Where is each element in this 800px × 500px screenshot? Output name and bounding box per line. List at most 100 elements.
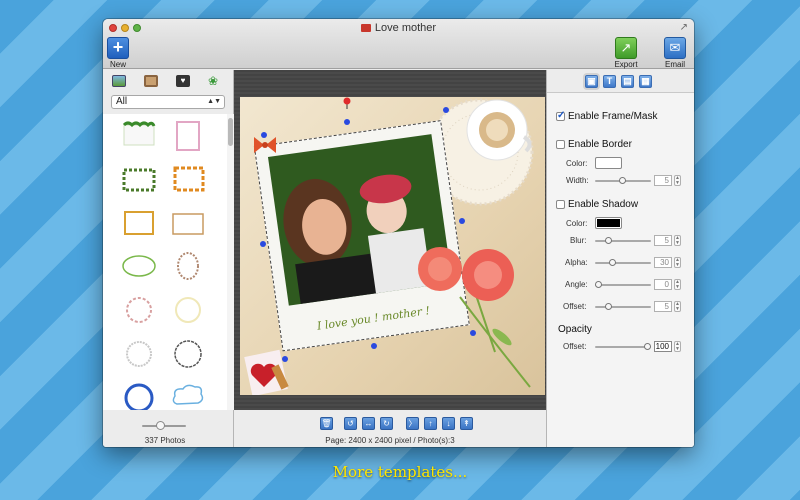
design-page[interactable]: I love you ! mother ! — [240, 97, 545, 395]
enable-border-checkbox[interactable] — [556, 140, 565, 149]
border-color-swatch[interactable] — [595, 157, 622, 169]
offset-label: Offset: — [563, 302, 587, 311]
template-thumb-cream-circle[interactable] — [175, 297, 201, 323]
template-filter-select[interactable]: All ▲▼ — [111, 95, 225, 109]
bring-forward-icon[interactable]: ↑ — [424, 417, 437, 430]
blur-label: Blur: — [570, 236, 587, 245]
export-icon: ↗ — [615, 37, 637, 59]
category-tabs: ♥ ❀ — [103, 75, 234, 91]
enable-shadow-checkbox[interactable] — [556, 200, 565, 209]
frame-settings: Enable Frame/Mask Enable Border Color: W… — [547, 92, 694, 447]
document-icon — [360, 24, 371, 32]
opacity-heading: Opacity — [558, 324, 592, 335]
template-thumb-blue-circle[interactable] — [124, 383, 154, 410]
shadow-color-swatch[interactable] — [595, 217, 622, 229]
opacity-stepper[interactable]: ▲ ▼ — [674, 341, 681, 352]
template-thumb-leafy-frame[interactable] — [122, 121, 156, 146]
envelope-icon: ✉ — [664, 37, 686, 59]
fit-icon[interactable]: ↔ — [362, 417, 375, 430]
offset-input[interactable]: 5 — [654, 301, 672, 312]
delete-icon[interactable]: 🗑 — [320, 417, 333, 430]
border-color-label: Color: — [566, 159, 588, 168]
offset-slider[interactable] — [595, 303, 651, 310]
alpha-label: Alpha: — [565, 258, 588, 267]
frame-tab-icon[interactable]: ▣ — [585, 75, 598, 88]
rotate-right-icon[interactable]: ↻ — [380, 417, 393, 430]
blur-slider[interactable] — [595, 237, 651, 244]
window-title: Love mother — [103, 22, 694, 34]
opacity-input[interactable]: 100 — [654, 341, 672, 352]
export-button-label: Export — [614, 60, 638, 69]
alpha-slider[interactable] — [595, 259, 651, 266]
opacity-offset-label: Offset: — [563, 342, 587, 351]
thumbnail-size-slider-knob[interactable] — [156, 421, 165, 430]
blur-input[interactable]: 5 — [654, 235, 672, 246]
export-button[interactable]: ↗ Export — [614, 37, 638, 69]
template-thumb-silver-circle[interactable] — [126, 341, 152, 367]
angle-slider[interactable] — [595, 281, 651, 288]
template-thumb-gold-frame[interactable] — [124, 211, 154, 235]
template-thumb-tan-frame[interactable] — [172, 213, 204, 235]
template-thumbnail-list — [103, 114, 227, 410]
enable-frame-checkbox[interactable] — [556, 110, 565, 121]
titlebar: Love mother ↗ + New ↗ Export ✉ Email — [103, 19, 694, 69]
angle-label: Angle: — [565, 280, 588, 289]
template-thumb-green-dotted-frame[interactable] — [122, 168, 156, 192]
enable-frame-label: Enable Frame/Mask — [568, 111, 658, 122]
angle-stepper[interactable]: ▲ ▼ — [674, 279, 681, 290]
polaroid-photo-frame[interactable]: I love you ! mother ! — [253, 120, 470, 352]
blur-stepper[interactable]: ▲ ▼ — [674, 235, 681, 246]
rotate-handle[interactable] — [343, 97, 351, 105]
new-button-label: New — [109, 60, 126, 69]
template-thumb-orange-floral-frame[interactable] — [173, 166, 205, 192]
new-button[interactable]: + New — [106, 37, 130, 69]
template-filter-value: All — [116, 96, 128, 107]
promo-caption: More templates... — [332, 463, 468, 481]
inspector-panel: ▣ T ▤ ▦ Enable Frame/Mask Enable Border … — [546, 70, 694, 447]
template-thumb-green-oval[interactable] — [122, 255, 156, 277]
chevron-updown-icon: ▲▼ — [207, 98, 221, 105]
shadow-color-fill — [597, 219, 620, 227]
photo-category-icon[interactable] — [112, 75, 126, 87]
email-button[interactable]: ✉ Email — [663, 37, 687, 69]
pattern-tab-icon[interactable]: ▤ — [621, 75, 634, 88]
text-tab-icon[interactable]: T — [603, 75, 616, 88]
enable-border-label: Enable Border — [568, 139, 632, 150]
angle-input[interactable]: 0 — [654, 279, 672, 290]
border-width-stepper[interactable]: ▲ ▼ — [674, 175, 681, 186]
clipart-category-icon[interactable]: ❀ — [208, 75, 222, 87]
border-width-input[interactable]: 5 — [654, 175, 672, 186]
alpha-stepper[interactable]: ▲ ▼ — [674, 257, 681, 268]
template-thumbnails — [122, 121, 205, 410]
send-backward-icon[interactable]: ↓ — [442, 417, 455, 430]
heart-card-decoration[interactable] — [244, 349, 289, 395]
page-info: Page: 2400 x 2400 pixel / Photo(s):3 — [325, 436, 455, 445]
offset-stepper[interactable]: ▲ ▼ — [674, 301, 681, 312]
enable-shadow-label: Enable Shadow — [568, 199, 639, 210]
frame-category-icon[interactable] — [144, 75, 158, 87]
canvas-background: I love you ! mother ! — [234, 70, 546, 410]
border-width-slider[interactable] — [595, 177, 651, 184]
email-button-label: Email — [664, 60, 685, 69]
fullscreen-icon[interactable]: ↗ — [680, 22, 688, 33]
inspector-tabs: ▣ T ▤ ▦ — [547, 75, 694, 91]
template-thumb-pink-frame[interactable] — [176, 121, 200, 151]
thumbnail-size-slider[interactable] — [142, 421, 186, 430]
template-list-scrollbar[interactable] — [227, 114, 234, 410]
template-thumb-cloud-frame[interactable] — [172, 384, 204, 405]
template-thumb-dark-circle[interactable] — [174, 340, 202, 368]
alpha-input[interactable]: 30 — [654, 257, 672, 268]
scrollbar-thumb[interactable] — [228, 118, 233, 146]
opacity-slider[interactable] — [595, 343, 651, 350]
align-left-icon[interactable]: 〉 — [406, 417, 419, 430]
collage-canvas: I love you ! mother ! — [244, 97, 534, 395]
heart-mask-category-icon[interactable]: ♥ — [176, 75, 190, 87]
window-title-text: Love mother — [374, 22, 437, 34]
rotate-left-icon[interactable]: ↺ — [344, 417, 357, 430]
bring-to-front-icon[interactable]: ↟ — [460, 417, 473, 430]
template-thumb-bead-oval[interactable] — [177, 252, 199, 280]
template-thumb-floral-circle[interactable] — [126, 297, 152, 323]
editor-area: I love you ! mother ! 🗑 ↺ ↔ ↻ 〉 ↑ ↓ ↟ Pa… — [234, 70, 546, 447]
layout-tab-icon[interactable]: ▦ — [639, 75, 652, 88]
photo-count: 337 Photos — [144, 436, 186, 445]
